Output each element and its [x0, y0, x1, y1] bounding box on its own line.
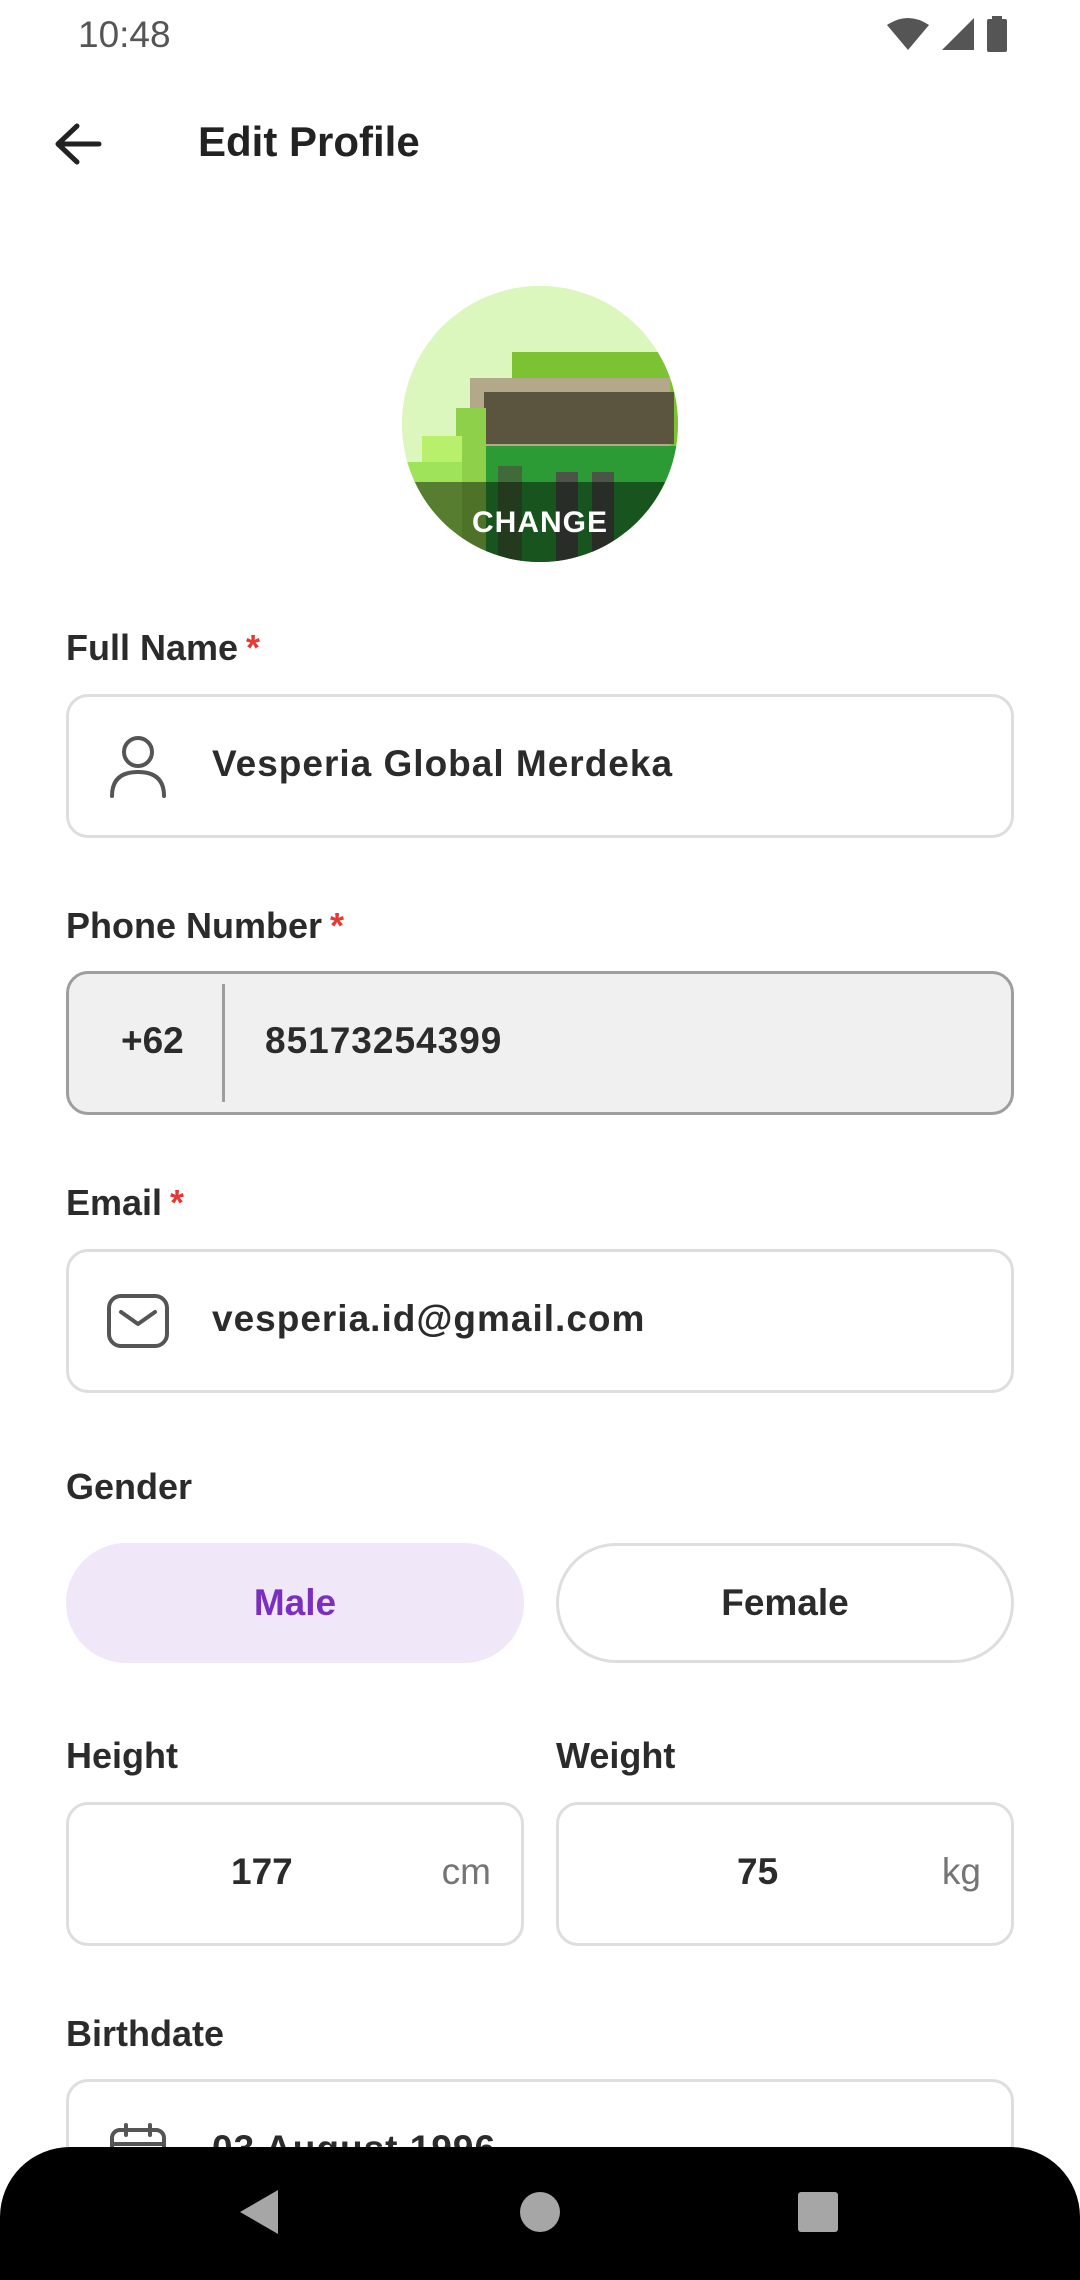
person-icon	[105, 733, 171, 799]
signal-icon	[942, 18, 974, 50]
avatar-change-label: CHANGE	[471, 506, 608, 539]
mail-icon	[105, 1288, 171, 1354]
phone-prefix[interactable]: +62	[121, 1020, 184, 1062]
arrow-left-icon	[55, 123, 102, 165]
app-bar: Edit Profile	[0, 90, 1080, 200]
phone-value: 85173254399	[265, 1020, 503, 1061]
status-icons	[886, 16, 1008, 52]
full-name-value: Vesperia Global Merdeka	[212, 743, 674, 784]
phone-field[interactable]: +62 85173254399	[66, 971, 1014, 1115]
wifi-icon	[887, 18, 929, 50]
gender-label: Gender	[66, 1466, 193, 1507]
full-name-label-text: Full Name	[66, 627, 239, 668]
nav-back-icon	[240, 2190, 278, 2234]
height-label: Height	[66, 1735, 178, 1776]
email-field[interactable]: vesperia.id@gmail.com	[66, 1249, 1014, 1393]
height-unit: cm	[441, 1851, 491, 1892]
phone-label-text: Phone Number	[66, 905, 323, 946]
status-bar: 10:48	[0, 0, 1080, 70]
nav-home-button[interactable]	[500, 2177, 580, 2247]
avatar-change-button[interactable]: CHANGE	[402, 286, 678, 562]
gender-male-button[interactable]: Male	[66, 1543, 524, 1663]
page-title: Edit Profile	[198, 118, 420, 165]
birthdate-label: Birthdate	[66, 2013, 225, 2054]
weight-unit: kg	[941, 1851, 981, 1892]
weight-field[interactable]: 75 kg	[556, 1802, 1014, 1946]
phone-divider	[222, 984, 225, 1102]
phone-label: Phone Number *	[66, 905, 344, 947]
system-nav-bar	[0, 2147, 1080, 2280]
email-label: Email *	[66, 1182, 184, 1224]
full-name-field[interactable]: Vesperia Global Merdeka	[66, 694, 1014, 838]
weight-label: Weight	[556, 1735, 676, 1776]
nav-recents-icon	[798, 2192, 838, 2232]
battery-icon	[987, 16, 1007, 52]
height-field[interactable]: 177 cm	[66, 1802, 524, 1946]
height-value: 177	[231, 1851, 293, 1892]
full-name-label: Full Name *	[66, 627, 260, 669]
email-value: vesperia.id@gmail.com	[212, 1298, 646, 1339]
required-mark: *	[170, 1182, 185, 1223]
nav-back-button[interactable]	[218, 2177, 298, 2247]
weight-value: 75	[737, 1851, 779, 1892]
status-time: 10:48	[78, 14, 171, 55]
nav-recents-button[interactable]	[778, 2177, 858, 2247]
required-mark: *	[330, 905, 345, 946]
email-label-text: Email	[66, 1182, 163, 1223]
nav-home-icon	[520, 2192, 560, 2232]
back-button[interactable]	[40, 112, 116, 176]
required-mark: *	[246, 627, 261, 668]
gender-female-button[interactable]: Female	[556, 1543, 1014, 1663]
